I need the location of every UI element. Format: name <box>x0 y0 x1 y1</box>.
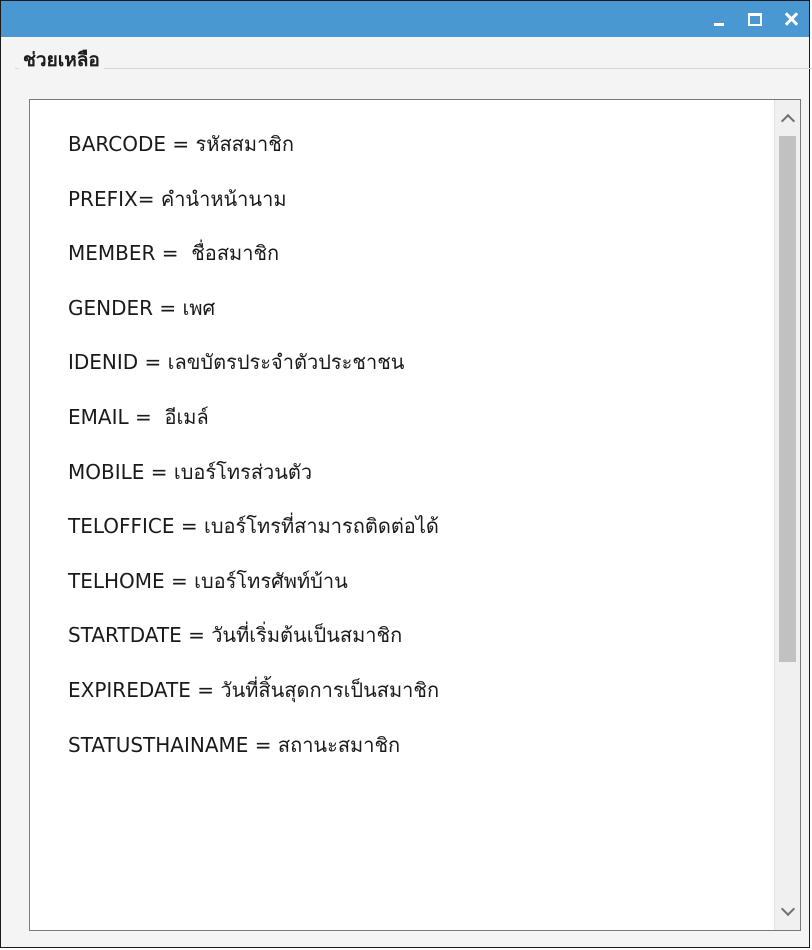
scrollbar-thumb[interactable] <box>779 136 796 662</box>
list-item[interactable]: IDENID = เลขบัตรประจำตัวประชาชน <box>68 348 758 403</box>
scroll-down-button[interactable] <box>775 894 800 930</box>
help-items-list: BARCODE = รหัสสมาชิก PREFIX= คำนำหน้านาม… <box>68 130 758 785</box>
scroll-up-button[interactable] <box>775 100 800 136</box>
maximize-button[interactable] <box>737 1 773 37</box>
chevron-up-icon <box>780 113 796 129</box>
list-item[interactable]: MOBILE = เบอร์โทรส่วนตัว <box>68 458 758 513</box>
window-controls <box>701 1 809 37</box>
list-item[interactable]: TELOFFICE = เบอร์โทรที่สามารถติดต่อได้ <box>68 512 758 567</box>
title-bar[interactable] <box>1 1 809 37</box>
close-button[interactable] <box>773 1 809 37</box>
list-item[interactable]: GENDER = เพศ <box>68 294 758 349</box>
minimize-icon <box>714 22 724 26</box>
vertical-scrollbar[interactable] <box>774 100 800 930</box>
list-item[interactable]: TELHOME = เบอร์โทรศัพท์บ้าน <box>68 567 758 622</box>
list-item[interactable]: STARTDATE = วันที่เริ่มต้นเป็นสมาชิก <box>68 621 758 676</box>
help-listbox[interactable]: BARCODE = รหัสสมาชิก PREFIX= คำนำหน้านาม… <box>29 99 801 931</box>
list-item[interactable]: EMAIL = อีเมล์ <box>68 403 758 458</box>
maximize-icon <box>748 12 762 26</box>
help-window: ช่วยเหลือ BARCODE = รหัสสมาชิก PREFIX= ค… <box>0 0 812 948</box>
chevron-down-icon <box>780 901 796 917</box>
close-icon <box>784 12 798 26</box>
list-item[interactable]: MEMBER = ชื่อสมาชิก <box>68 239 758 294</box>
list-item[interactable]: STATUSTHAINAME = สถานะสมาชิก <box>68 731 758 786</box>
minimize-button[interactable] <box>701 1 737 37</box>
list-item[interactable]: EXPIREDATE = วันที่สิ้นสุดการเป็นสมาชิก <box>68 676 758 731</box>
list-item[interactable]: BARCODE = รหัสสมาชิก <box>68 130 758 185</box>
help-group-title: ช่วยเหลือ <box>19 45 104 75</box>
list-item[interactable]: PREFIX= คำนำหน้านาม <box>68 185 758 240</box>
